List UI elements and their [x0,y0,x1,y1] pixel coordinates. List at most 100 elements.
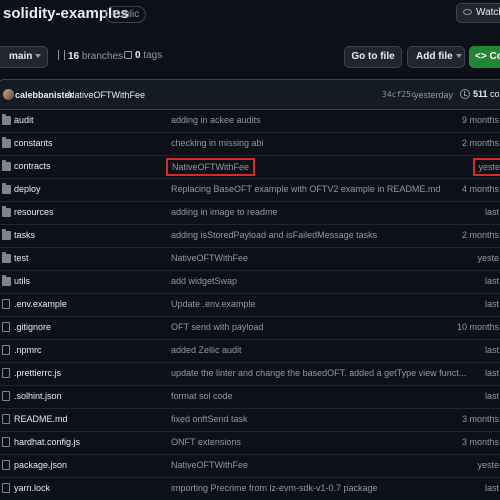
history-icon [460,89,470,99]
file-commit-message-link[interactable]: added Zellic audit [171,345,242,355]
file-name-link[interactable]: resources [14,207,54,217]
eye-icon [463,9,472,15]
folder-icon [2,183,11,194]
file-row[interactable]: .npmrc added Zellic audit last [0,340,500,363]
file-name-link[interactable]: .prettierrc.js [14,368,61,378]
file-row[interactable]: deploy Replacing BaseOFT example with OFT… [0,179,500,202]
file-commit-age: 4 months [461,184,499,194]
file-commit-message-link[interactable]: NativeOFTWithFee [171,253,248,263]
commit-author-link[interactable]: calebbanister [15,90,73,100]
file-commit-age: yeste [473,158,500,176]
file-row[interactable]: README.md fixed onftSend task 3 months [0,409,500,432]
commits-link[interactable]: 511 com [473,89,500,99]
file-row[interactable]: test NativeOFTWithFee yeste [0,248,500,271]
repo-toolbar: main 16 branches 0 tags Go to file Add f… [0,44,500,70]
file-name-link[interactable]: constants [14,138,53,148]
folder-icon [2,275,11,286]
file-commit-message-link[interactable]: update the linter and change the basedOF… [171,368,466,378]
file-commit-age: 3 months [461,414,499,424]
file-commit-message-link[interactable]: adding in image to readme [171,207,278,217]
file-name-link[interactable]: audit [14,115,34,125]
file-icon [2,483,10,493]
file-commit-message-link[interactable]: OFT send with payload [171,322,263,332]
file-row[interactable]: .prettierrc.js update the linter and chan… [0,363,500,386]
folder-icon [2,229,11,240]
file-row[interactable]: yarn.lock importing Precrime from lz-evm-… [0,478,500,500]
file-commit-message-link[interactable]: NativeOFTWithFee [166,158,256,176]
file-icon [2,414,10,424]
branches-link[interactable]: 16 branches [58,50,123,62]
commit-count-label: com [490,89,500,99]
file-commit-message-link[interactable]: adding isStoredPayload and isFailedMessa… [171,230,377,240]
tags-label: tags [143,50,163,61]
file-row[interactable]: package.json NativeOFTWithFee yeste [0,455,500,478]
file-name-link[interactable]: README.md [14,414,68,424]
repo-header: solidity-examples Public Watch [0,0,500,32]
file-name-link[interactable]: yarn.lock [14,483,50,493]
add-file-label: Add file [416,51,453,62]
commit-message-link[interactable]: NativeOFTWithFee [68,90,145,100]
add-file-button[interactable]: Add file [407,46,465,68]
file-name-link[interactable]: .solhint.json [14,391,62,401]
watch-label: Watch [476,7,500,18]
file-name-link[interactable]: package.json [14,460,67,470]
file-commit-message-link[interactable]: format sol code [171,391,233,401]
folder-icon [2,137,11,148]
file-row[interactable]: .env.example Update .env.example last [0,294,500,317]
file-name-link[interactable]: test [14,253,29,263]
file-commit-age: last [484,299,499,309]
tag-icon [124,51,132,59]
file-row[interactable]: contracts NativeOFTWithFee yeste [0,156,500,179]
file-row[interactable]: utils add widgetSwap last [0,271,500,294]
file-row[interactable]: resources adding in image to readme last [0,202,500,225]
file-name-link[interactable]: .env.example [14,299,67,309]
file-name-link[interactable]: contracts [14,161,51,171]
go-to-file-button[interactable]: Go to file [344,46,402,68]
watch-button[interactable]: Watch [456,3,500,23]
commit-count: 511 [473,89,488,99]
file-row[interactable]: audit adding in ackee audits 9 months [0,110,500,133]
file-browser: calebbanister NativeOFTWithFee 34cf25c y… [0,79,500,500]
file-row[interactable]: hardhat.config.js ONFT extensions 3 months [0,432,500,455]
latest-commit-bar: calebbanister NativeOFTWithFee 34cf25c y… [0,80,500,110]
file-name-link[interactable]: .npmrc [14,345,42,355]
file-commit-age: yeste [477,460,499,470]
file-commit-age: last [484,368,499,378]
file-icon [2,299,10,309]
code-button[interactable]: <> Co [469,46,500,68]
file-name-link[interactable]: utils [14,276,30,286]
commit-hash-link[interactable]: 34cf25c [382,90,416,99]
avatar[interactable] [3,89,14,100]
folder-icon [2,160,11,171]
file-commit-message-link[interactable]: importing Precrime from lz-evm-sdk-v1-0.… [171,483,378,493]
chevron-down-icon [35,54,42,59]
file-commit-age: 2 months [461,230,499,240]
file-commit-message-link[interactable]: add widgetSwap [171,276,237,286]
file-name-link[interactable]: hardhat.config.js [14,437,80,447]
file-icon [2,345,10,355]
file-name-link[interactable]: .gitignore [14,322,51,332]
visibility-badge: Public [105,6,147,23]
file-commit-age: last [484,483,499,493]
git-branch-icon [58,50,65,60]
file-commit-message-link[interactable]: ONFT extensions [171,437,241,447]
file-name-link[interactable]: tasks [14,230,35,240]
file-row[interactable]: .solhint.json format sol code last [0,386,500,409]
file-commit-message-link[interactable]: fixed onftSend task [171,414,248,424]
file-commit-age: yeste [477,253,499,263]
tags-link[interactable]: 0 tags [124,50,162,61]
tags-count: 0 [135,50,141,61]
file-commit-message-link[interactable]: adding in ackee audits [171,115,261,125]
file-name-link[interactable]: deploy [14,184,41,194]
file-row[interactable]: constants checking in missing abi 2 months [0,133,500,156]
file-commit-age: 10 months [456,322,499,332]
file-row[interactable]: tasks adding isStoredPayload and isFailed… [0,225,500,248]
file-commit-message-link[interactable]: NativeOFTWithFee [171,460,248,470]
branch-selector-button[interactable]: main [0,46,48,68]
code-label: Co [489,51,500,62]
file-commit-message-link[interactable]: Update .env.example [171,299,255,309]
file-commit-message-link[interactable]: checking in missing abi [171,138,264,148]
branches-count: 16 [68,51,80,62]
file-row[interactable]: .gitignore OFT send with payload 10 months [0,317,500,340]
file-commit-message-link[interactable]: Replacing BaseOFT example with OFTV2 exa… [171,184,440,194]
